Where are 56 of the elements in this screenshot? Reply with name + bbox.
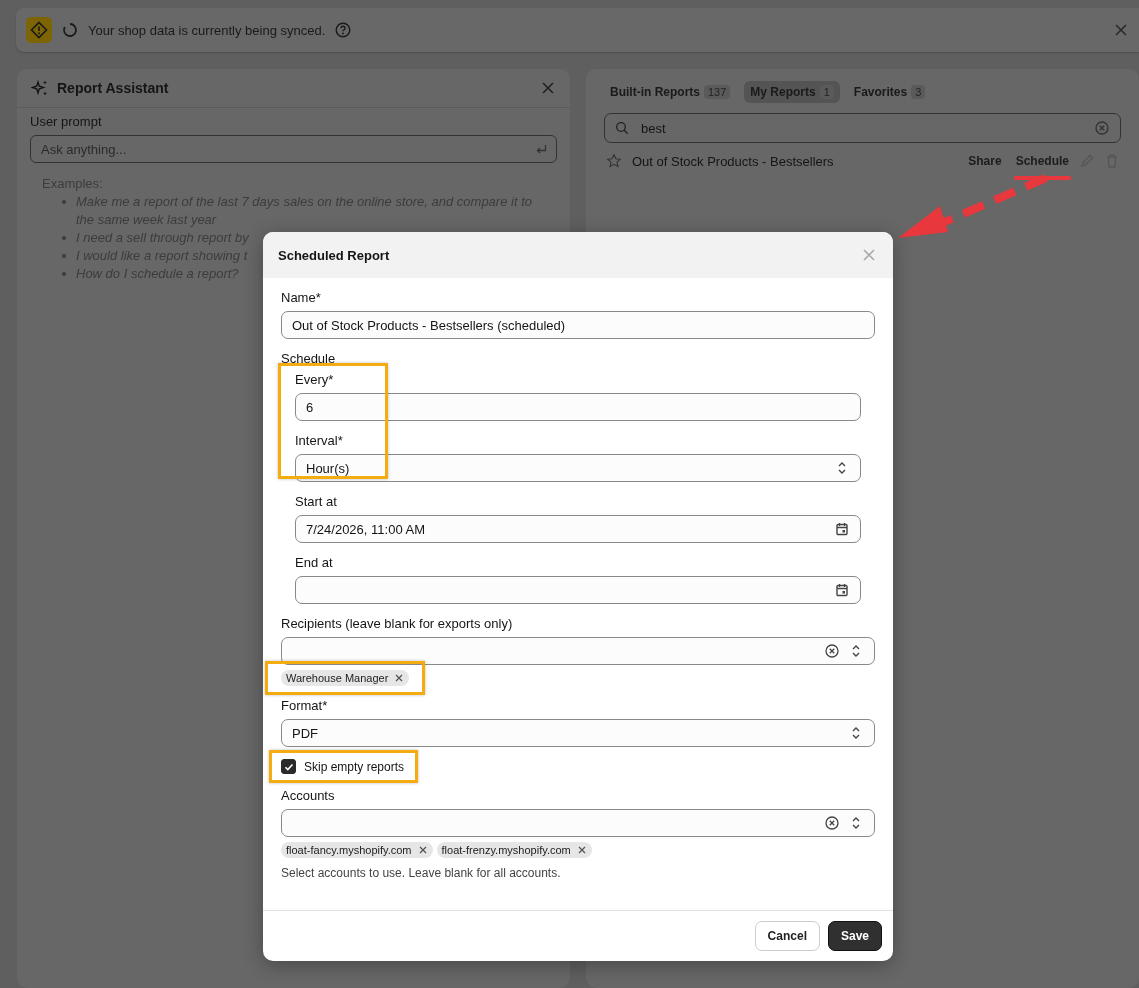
remove-icon[interactable] (394, 673, 405, 683)
calendar-icon (834, 582, 850, 598)
field-label: Start at (295, 494, 338, 509)
report-action-link[interactable]: Schedule (1015, 154, 1069, 168)
report-name[interactable]: Out of Stock Products - Bestsellers (632, 153, 834, 169)
section-label: Schedule (281, 351, 337, 366)
clear-icon[interactable] (824, 815, 840, 831)
clear-icon[interactable] (824, 643, 840, 659)
tag-label: float-frenzy.myshopify.com (441, 844, 571, 856)
tag-label: Warehouse Manager (286, 672, 389, 684)
sync-message: Your shop data is currently being synced. (88, 22, 326, 38)
date-field[interactable]: 7/24/2026, 11:00 AM (295, 515, 861, 543)
select-field[interactable]: PDF (281, 719, 875, 747)
multiselect-field[interactable] (281, 637, 875, 665)
field-label: Interval* (295, 433, 344, 448)
help-icon[interactable] (335, 22, 352, 38)
search-field[interactable]: best (604, 113, 1121, 143)
count-badge: 3 (911, 85, 926, 99)
report-action-link[interactable]: Share (968, 154, 1002, 168)
dialog-title: Scheduled Report (278, 247, 390, 263)
enter-icon (534, 142, 548, 156)
star-icon[interactable] (606, 153, 622, 169)
search-icon (615, 121, 629, 135)
tag-label: float-fancy.myshopify.com (286, 844, 412, 856)
field-label: Format* (281, 698, 329, 713)
field-label: Every* (295, 372, 335, 387)
calendar-icon (834, 521, 850, 537)
remove-icon[interactable] (417, 845, 428, 855)
prompt-field[interactable]: Ask anything... (30, 135, 557, 163)
panel-title: Report Assistant (57, 80, 169, 96)
spinner-icon (62, 22, 78, 38)
field-label: End at (295, 555, 334, 570)
field-label: Accounts (281, 788, 336, 803)
input-field[interactable]: Out of Stock Products - Bestsellers (scheduled) (281, 311, 875, 339)
close-icon[interactable] (540, 80, 556, 96)
save-button[interactable]: Save (827, 921, 882, 951)
check-icon (283, 761, 294, 772)
report-tab[interactable]: Favorites 3 (847, 81, 932, 103)
warning-icon (26, 17, 52, 43)
checkbox[interactable] (281, 759, 296, 774)
close-icon[interactable] (1113, 22, 1129, 38)
checkbox-label: Skip empty reports (304, 759, 405, 774)
field-label: User prompt (30, 114, 103, 129)
remove-icon[interactable] (576, 845, 587, 855)
field-label: Recipients (leave blank for exports only) (281, 616, 514, 631)
input-field[interactable]: 6 (295, 393, 861, 421)
count-badge: 137 (704, 85, 731, 99)
multiselect-field[interactable] (281, 809, 875, 837)
select-field[interactable]: Hour(s) (295, 454, 861, 482)
help-text: Select accounts to use. Leave blank for all accounts. (281, 866, 562, 880)
report-tab[interactable]: Built-in Reports 137 (604, 81, 737, 103)
sparkle-icon (31, 79, 49, 97)
field-label: Name* (281, 290, 322, 305)
close-icon[interactable] (861, 247, 877, 263)
date-field[interactable] (295, 576, 861, 604)
cancel-button[interactable]: Cancel (754, 921, 820, 951)
